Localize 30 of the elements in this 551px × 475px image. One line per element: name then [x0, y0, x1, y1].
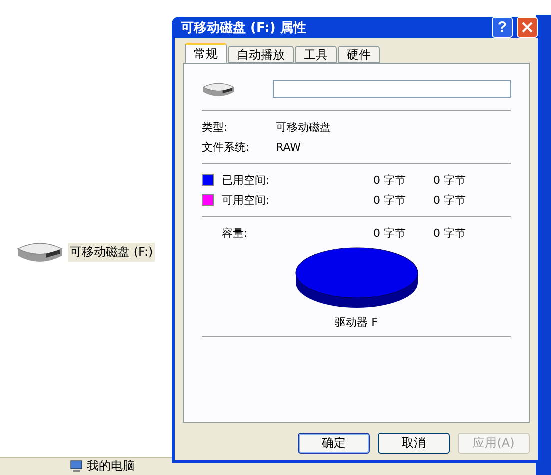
drive-label[interactable]: 可移动磁盘 (F:) — [68, 242, 156, 262]
drive-icon — [202, 80, 236, 98]
size-value: 0 字节 — [432, 226, 466, 240]
tab[interactable]: 自动播放 — [228, 46, 294, 63]
tab[interactable]: 硬件 — [338, 46, 380, 63]
chart-caption: 驱动器 F — [335, 315, 378, 330]
space-label: 已用空间: — [222, 172, 271, 188]
fs-value: RAW — [276, 140, 301, 154]
bytes-value: 0 字节 — [372, 192, 406, 208]
bytes-value: 0 字节 — [372, 226, 406, 240]
drive-icon — [16, 240, 64, 264]
window-title: 可移动磁盘 (F:) 属性 — [181, 20, 308, 36]
size-value: 0 字节 — [432, 172, 466, 188]
fs-label: 文件系统: — [202, 140, 251, 154]
type-value: 可移动磁盘 — [276, 120, 331, 134]
close-icon — [522, 22, 533, 33]
dialog-button[interactable]: 取消 — [378, 433, 450, 454]
tab[interactable]: 工具 — [295, 46, 337, 63]
size-value: 0 字节 — [432, 192, 466, 208]
computer-icon — [70, 460, 83, 473]
type-label: 类型: — [202, 120, 229, 134]
dialog-button[interactable]: 确定 — [298, 433, 370, 454]
status-text: 我的电脑 — [87, 458, 135, 475]
bytes-value: 0 字节 — [372, 172, 406, 188]
help-button[interactable]: ? — [492, 17, 513, 38]
name-field[interactable] — [273, 80, 511, 98]
close-button[interactable] — [517, 17, 538, 38]
space-label: 可用空间: — [222, 192, 271, 208]
capacity-label: 容量: — [222, 226, 249, 240]
tab[interactable]: 常规 — [185, 43, 227, 63]
